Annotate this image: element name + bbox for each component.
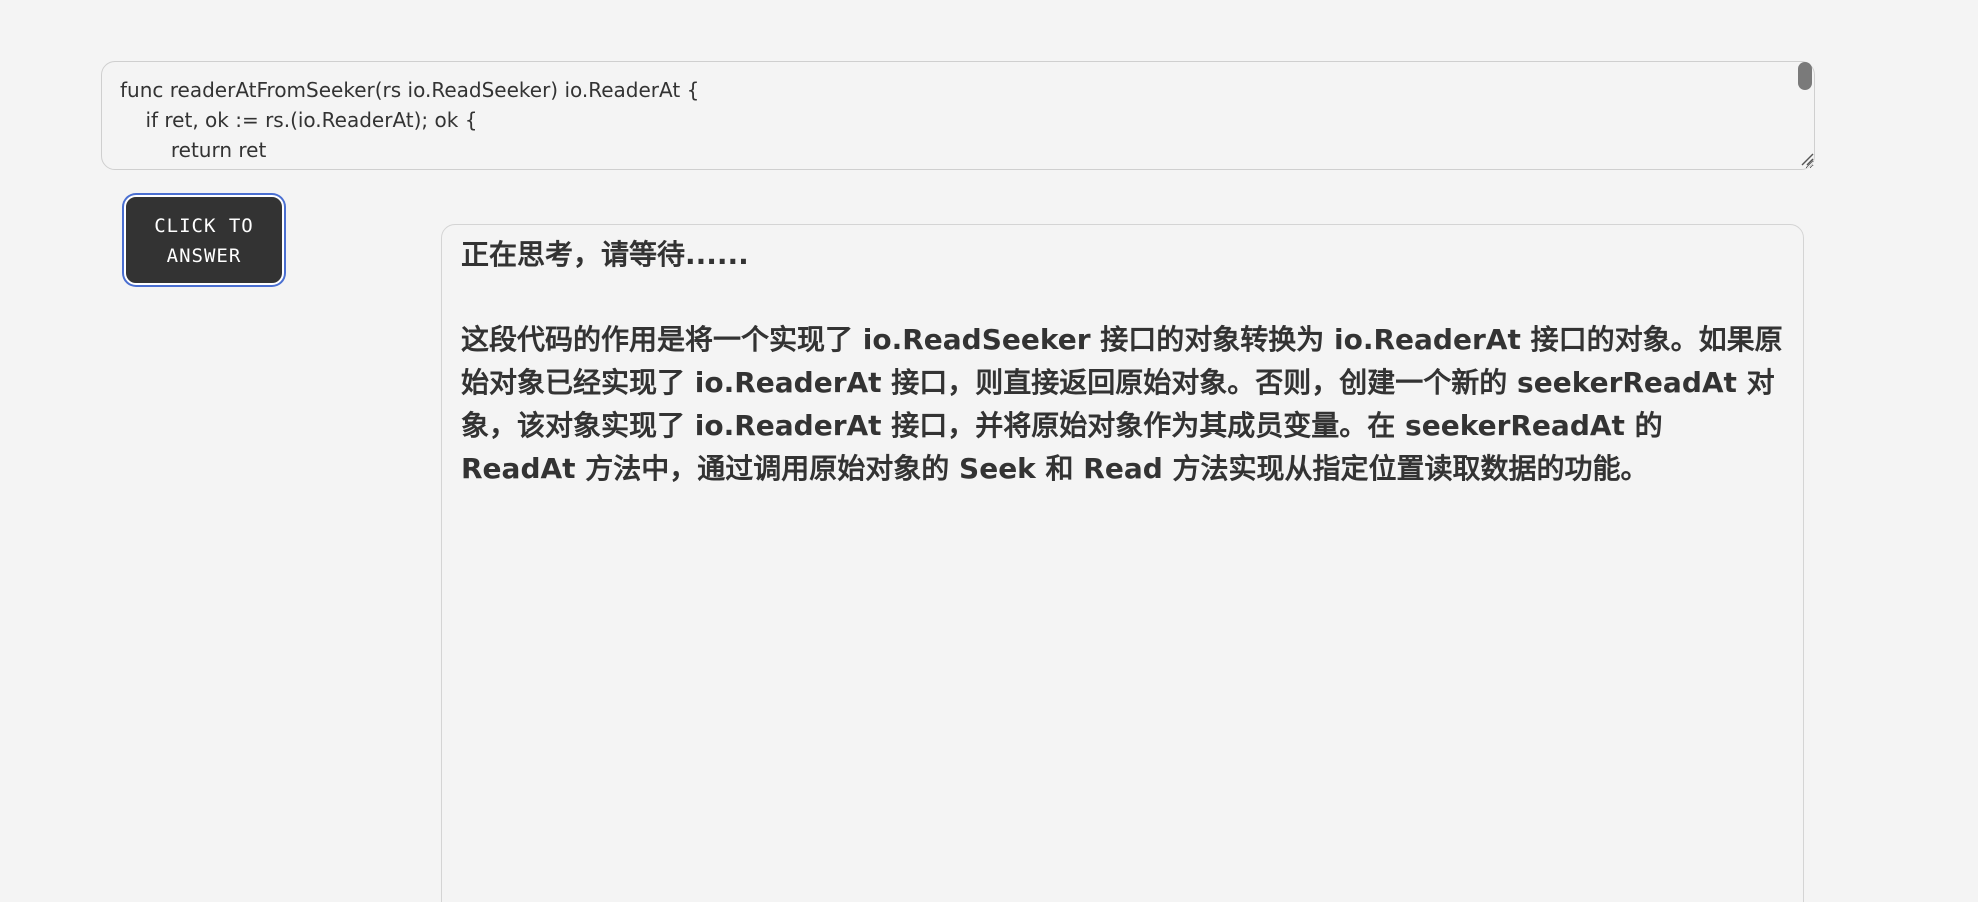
thinking-status: 正在思考，请等待...... [461,238,749,271]
answer-text: 这段代码的作用是将一个实现了 io.ReadSeeker 接口的对象转换为 io… [461,323,1783,485]
click-to-answer-button[interactable]: CLICK TO ANSWER [124,195,284,285]
code-input-scrollbar[interactable] [1798,62,1812,90]
resize-handle-icon[interactable] [1800,152,1814,166]
page: CLICK TO ANSWER 正在思考，请等待...... 这段代码的作用是将… [0,0,1978,902]
code-input[interactable] [101,61,1815,170]
answer-panel: 正在思考，请等待...... 这段代码的作用是将一个实现了 io.ReadSee… [441,224,1804,902]
